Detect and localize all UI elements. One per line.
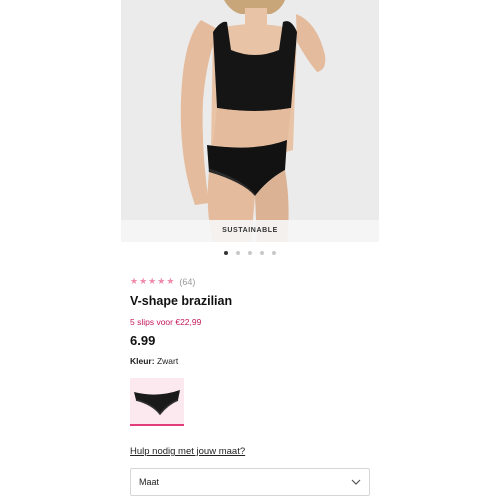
carousel-dot[interactable] bbox=[224, 251, 228, 255]
star-icon: ★ bbox=[157, 277, 166, 287]
carousel-dot[interactable] bbox=[272, 251, 276, 255]
size-select[interactable]: Maat bbox=[130, 468, 370, 496]
sustainable-badge: SUSTAINABLE bbox=[121, 220, 379, 242]
size-help-link[interactable]: Hulp nodig met jouw maat? bbox=[130, 446, 245, 457]
product-price: 6.99 bbox=[130, 333, 156, 348]
carousel-dot[interactable] bbox=[260, 251, 264, 255]
color-label: Kleur: bbox=[130, 356, 155, 366]
color-value: Zwart bbox=[156, 356, 179, 366]
star-icon: ★ bbox=[166, 277, 175, 287]
model-illustration bbox=[121, 0, 379, 242]
product-title: V-shape brazilian bbox=[130, 294, 233, 308]
star-icon: ★ bbox=[130, 277, 139, 287]
review-count: (64) bbox=[179, 277, 196, 287]
product-image[interactable]: SUSTAINABLE bbox=[121, 0, 379, 242]
promo-text[interactable]: 5 slips voor €22,99 bbox=[130, 317, 201, 327]
size-select-label: Maat bbox=[139, 477, 160, 487]
swatch-thumbnail bbox=[134, 390, 180, 416]
product-rating[interactable]: ★ ★ ★ ★ ★ (64) bbox=[130, 277, 195, 287]
color-info: Kleur: Zwart bbox=[130, 356, 178, 366]
color-swatch-zwart[interactable] bbox=[130, 378, 184, 426]
star-icon: ★ bbox=[139, 277, 148, 287]
carousel-dot[interactable] bbox=[236, 251, 240, 255]
chevron-down-icon bbox=[351, 479, 361, 485]
carousel-dot[interactable] bbox=[248, 251, 252, 255]
carousel-dots bbox=[224, 251, 276, 255]
star-icon: ★ bbox=[148, 277, 157, 287]
